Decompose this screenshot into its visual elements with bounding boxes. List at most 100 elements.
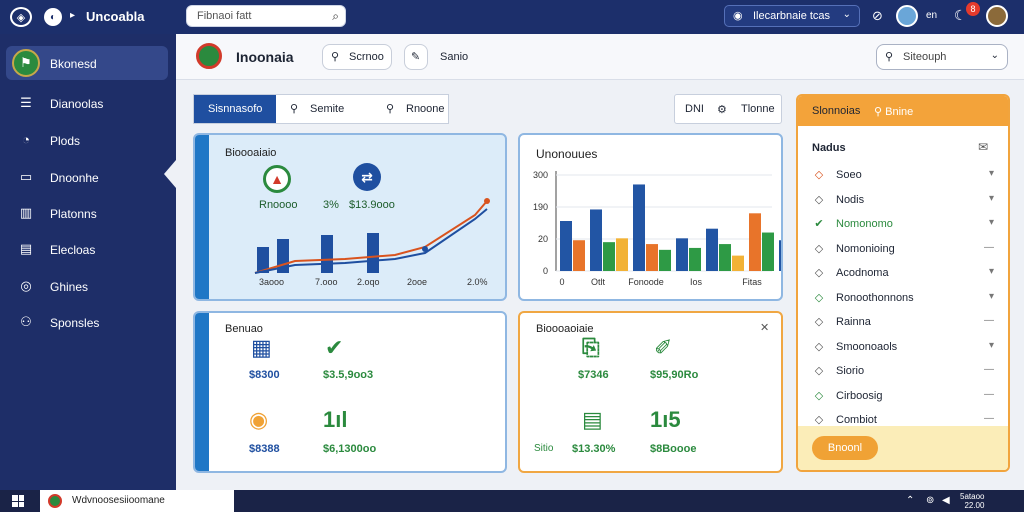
list-item[interactable]: ✔ Nomonomo ▾ [812,215,998,235]
header-button-2-label[interactable]: Sanio [440,51,468,63]
tab-label: Rnoone [406,103,445,115]
list-icon: ☰ [20,95,32,110]
list-item[interactable]: ◇ Ronoothonnons ▾ [812,289,998,309]
search-input[interactable]: Fibnaoi fatt ⌕ [186,5,346,27]
row-control-icon[interactable]: — [984,242,994,253]
tab-semite[interactable]: ⚲ Semite [282,95,368,123]
taskbar-app[interactable]: Wdvnoosesiioomane [40,490,234,512]
bar-chart-card: Unonouues 300 190 20 0 0 Otlt Fonoode Ios Fitas [518,133,783,301]
sidebar-item-label: Bkonesd [50,57,97,71]
mini-bar [321,235,333,273]
chevron-down-icon[interactable]: ▸ [70,10,75,21]
close-icon[interactable]: ✕ [760,321,769,334]
row-control-icon[interactable]: ▾ [989,168,994,179]
row-control-icon[interactable]: — [984,315,994,326]
sidebar-item-label: Plods [50,134,81,148]
site-select[interactable]: ⚲ Siteouph ⌄ [876,44,1008,70]
header-button-1[interactable]: ⚲ Scrnoo [322,44,392,70]
number-icon: 1ıl [323,407,348,432]
chart-bar [749,213,761,271]
sidebar-item-1[interactable]: ☰ Dianoolas [6,86,168,120]
chart-logo-icon: ✔ [325,335,344,360]
row-control-icon[interactable]: — [984,364,994,375]
header-button-2[interactable]: ✎ [404,44,428,70]
kpi-card-left: Benuao ▦ $8300 ✔ $3.5,9oo3 ◉ $8388 1ıl $… [193,311,507,473]
sidebar-item-3[interactable]: ▭ Dnoonhe [6,160,168,194]
language-label[interactable]: en [926,10,937,21]
x-tick-label: Fitas [742,277,762,287]
brand-logo-icon [196,43,222,69]
list-item[interactable]: ◇ Nodis ▾ [812,191,998,211]
profile-avatar[interactable] [986,5,1008,27]
network-icon[interactable]: ⊚ [926,495,934,506]
row-control-icon[interactable]: ▾ [989,193,994,204]
row-icon: ◇ [814,193,824,206]
chart-bar [590,209,602,271]
list-item-label: Cirboosig [836,389,883,402]
row-control-icon[interactable]: ▾ [989,340,994,351]
tab-rnoone[interactable]: ⚲ Rnoone [378,95,448,123]
y-tick-label: 190 [533,202,548,212]
chart-title: Unonouues [536,147,598,161]
row-control-icon[interactable]: ▾ [989,266,994,277]
edit-icon: ✎ [411,51,421,63]
sidebar-item-4[interactable]: ▥ Platonns [6,196,168,230]
sidebar-item-6[interactable]: ◎ Ghines [6,269,168,303]
list-item-label: Rainna [836,316,871,328]
right-panel: Slonnoias ⚲ Bnine Nadus ✉ ◇ Soeo ▾ ◇ Nodis ▾ ✔… [796,94,1010,472]
header-button-1-label: Scrnoo [349,51,384,63]
row-control-icon[interactable]: — [984,389,994,400]
sidebar-item-7[interactable]: ⚇ Sponsles [6,305,168,339]
list-item[interactable]: ◇ Rainna — [812,313,998,333]
list-item[interactable]: ◇ Nomonioing — [812,240,998,260]
right-panel-search-button[interactable]: ⚲ Bnine [874,105,913,118]
search-value: Fibnaoi fatt [197,10,252,22]
pie-icon: ◔ [22,132,30,147]
gear-icon[interactable]: ⚙ [717,103,727,116]
search-icon: ⚲ [386,103,395,115]
volume-icon[interactable]: ◀ [942,495,950,506]
kpi-value: $7346 [578,369,609,381]
help-icon[interactable]: ⊘ [872,8,883,24]
taskbar-clock[interactable]: 5ataoo 22.00 [960,492,984,510]
row-control-icon[interactable]: ▾ [989,217,994,228]
windows-start-icon[interactable] [12,495,24,507]
monitor-icon: ▭ [19,169,33,184]
list-item[interactable]: ◇ Siorio — [812,362,998,382]
kpi-value: $95,90Ro [650,369,699,381]
list-item[interactable]: ◇ Smoonoaols ▾ [812,338,998,358]
overview-card: Bioooaiaio ▲ ⇄ Rnoooo 3% $13.9ooo 3aooo … [193,133,507,301]
sidebar-item-label: Sponsles [50,316,100,330]
chart-bar [762,232,774,271]
tab-overview[interactable]: Sisnnasofo [194,95,276,123]
notification-icon[interactable]: ☾ [954,7,967,24]
search-icon[interactable]: ⌕ [332,9,339,24]
row-icon: ✔ [814,218,824,230]
row-control-icon[interactable]: — [984,413,994,424]
list-item-label: Soeo [836,169,862,181]
right-panel-title: Slonnoias [812,105,861,117]
chevron-up-icon[interactable]: ⌃ [906,495,914,506]
list-item[interactable]: ◇ Acodnoma ▾ [812,264,998,284]
list-item[interactable]: ◇ Cirboosig — [812,387,998,407]
list-item[interactable]: ◇ Soeo ▾ [812,166,998,186]
sidebar-item-home[interactable]: ⚑ Bkonesd [6,46,168,80]
logo-icon[interactable]: ◈ [10,7,32,27]
control-item-1[interactable]: DNI [685,103,704,115]
control-item-2[interactable]: Tlonne [741,103,775,115]
view-controls: DNI ⚙ Tlonne [674,94,782,124]
sidebar-item-2[interactable]: ◔ Plods [6,123,168,157]
app-icon[interactable]: ◐ [44,8,62,26]
mail-icon[interactable]: ✉ [978,140,988,154]
right-panel-button-label: Bnine [885,106,914,118]
footer-button[interactable]: Bnoonl [812,436,878,460]
sidebar-item-label: Elecloas [50,243,96,257]
overview-x-label: 2.0% [467,277,488,287]
chart-bar [659,249,671,271]
sidebar-item-5[interactable]: ▤ Elecloas [6,232,168,266]
sidebar-pointer [164,160,176,188]
avatar[interactable] [896,5,918,27]
row-control-icon[interactable]: ▾ [989,291,994,302]
top-bar: ◈ ◐ ▸ Uncoabla Fibnaoi fatt ⌕ ◉ Ilecarbn… [0,0,1024,34]
user-dropdown[interactable]: ◉ Ilecarbnaie tcas ⌄ [724,5,860,27]
